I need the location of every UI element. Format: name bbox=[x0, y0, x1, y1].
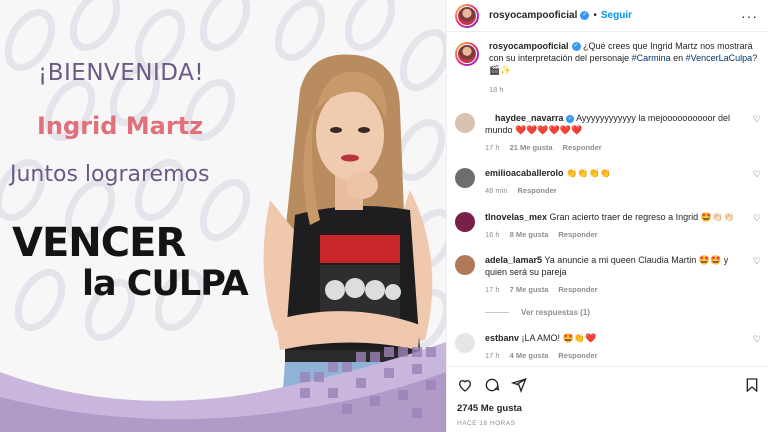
post-likes-count[interactable]: 2745 Me gusta bbox=[447, 393, 768, 414]
replies-divider-line bbox=[485, 312, 509, 313]
commenter-username[interactable]: adela_lamar5 bbox=[485, 255, 542, 265]
reply-button[interactable]: Responder bbox=[558, 351, 597, 360]
comment-time: 17 h bbox=[485, 285, 500, 294]
hashtag-link[interactable]: #VencerLaCulpa bbox=[686, 53, 753, 63]
welcome-text: ¡BIENVENIDA! bbox=[38, 60, 205, 86]
commenter-avatar[interactable] bbox=[455, 113, 475, 133]
like-comment-heart-icon[interactable]: ♡ bbox=[753, 256, 761, 267]
verified-badge-icon: ✓ bbox=[566, 114, 575, 123]
post-actions: 2745 Me gusta HACE 18 HORAS bbox=[447, 366, 768, 432]
post-header: rosyocampooficial ✓ • Seguir ··· bbox=[447, 0, 768, 32]
post-side-panel: rosyocampooficial ✓ • Seguir ··· rosyoca… bbox=[446, 0, 768, 432]
like-comment-heart-icon[interactable]: ♡ bbox=[753, 213, 761, 224]
commenter-avatar[interactable] bbox=[455, 333, 475, 353]
show-title-line1: VENCER bbox=[12, 220, 186, 266]
hashtag-link[interactable]: #Carmina bbox=[632, 53, 671, 63]
reply-button[interactable]: Responder bbox=[558, 285, 597, 294]
guest-name-text: Ingrid Martz bbox=[37, 112, 204, 140]
like-comment-heart-icon[interactable]: ♡ bbox=[753, 169, 761, 180]
commenter-username[interactable]: tlnovelas_mex bbox=[485, 212, 547, 222]
comment-time: 17 h bbox=[485, 351, 500, 360]
comment-time: 17 h bbox=[485, 143, 500, 152]
comment-item: estbanv ¡LA AMO! 🤩👏❤️ 17 h 4 Me gusta Resp… bbox=[455, 332, 768, 362]
comment-time: 16 h bbox=[485, 230, 500, 239]
comment-item: haydee_navarra ✓ Ayyyyyyyyyyyy la mejooo… bbox=[455, 112, 768, 154]
reply-button[interactable]: Responder bbox=[518, 186, 557, 195]
reply-button[interactable]: Responder bbox=[563, 143, 602, 152]
comment-time: 48 min bbox=[485, 186, 508, 195]
caption-time: 18 h bbox=[489, 85, 504, 94]
post-timestamp: HACE 18 HORAS bbox=[457, 420, 516, 427]
commenter-avatar[interactable] bbox=[455, 168, 475, 188]
post-image[interactable]: ¡BIENVENIDA! Ingrid Martz Juntos lograre… bbox=[0, 0, 446, 432]
comment-likes[interactable]: 8 Me gusta bbox=[510, 230, 549, 239]
more-options-icon[interactable]: ··· bbox=[741, 8, 758, 24]
like-comment-heart-icon[interactable]: ♡ bbox=[753, 334, 761, 345]
caption-author-avatar[interactable] bbox=[455, 42, 479, 66]
comment-likes[interactable]: 4 Me gusta bbox=[510, 351, 549, 360]
show-title-line2: la CULPA bbox=[82, 264, 249, 304]
comment-item: emilioacaballerolo 👏👏👏👏 48 min Responder … bbox=[455, 167, 768, 197]
save-icon[interactable] bbox=[744, 377, 760, 393]
comment-likes[interactable]: 7 Me gusta bbox=[510, 285, 549, 294]
comment-item: adela_lamar5 Ya anuncie a mi queen Claud… bbox=[455, 254, 768, 296]
commenter-username[interactable]: emilioacaballerolo bbox=[485, 168, 564, 178]
author-avatar[interactable] bbox=[455, 3, 479, 28]
comment-text: ¡LA AMO! 🤩👏❤️ bbox=[519, 333, 597, 343]
comment-icon[interactable] bbox=[484, 377, 500, 393]
commenter-username[interactable]: haydee_navarra bbox=[495, 113, 564, 123]
reply-button[interactable]: Responder bbox=[558, 230, 597, 239]
heart-icon[interactable] bbox=[457, 377, 473, 393]
decorative-wave bbox=[0, 342, 446, 432]
commenter-avatar[interactable] bbox=[455, 212, 475, 232]
share-icon[interactable] bbox=[511, 377, 527, 393]
author-username[interactable]: rosyocampooficial bbox=[489, 10, 577, 21]
comment-text: 👏👏👏👏 bbox=[563, 168, 611, 178]
tagline-text: Juntos lograremos bbox=[10, 162, 210, 187]
comment-likes[interactable]: 21 Me gusta bbox=[510, 143, 553, 152]
caption-text-2: en bbox=[670, 53, 686, 63]
post-caption: rosyocampooficial ✓ ¿Qué crees que Ingrid… bbox=[447, 40, 768, 96]
comments-list[interactable]: rosyocampooficial ✓ ¿Qué crees que Ingrid… bbox=[447, 40, 768, 365]
view-replies-button[interactable]: Ver respuestas (1) bbox=[485, 308, 590, 317]
like-comment-heart-icon[interactable]: ♡ bbox=[753, 114, 761, 125]
comment-item: tlnovelas_mex Gran acierto traer de regr… bbox=[455, 211, 768, 241]
follow-button[interactable]: Seguir bbox=[601, 10, 632, 21]
commenter-avatar[interactable] bbox=[455, 255, 475, 275]
comment-text: Gran acierto traer de regreso a Ingrid 🤩… bbox=[547, 212, 735, 222]
header-separator: • bbox=[593, 10, 597, 21]
view-replies-label: Ver respuestas (1) bbox=[521, 308, 590, 317]
verified-badge-icon: ✓ bbox=[571, 42, 581, 52]
caption-username[interactable]: rosyocampooficial bbox=[489, 41, 569, 51]
verified-badge-icon: ✓ bbox=[580, 11, 590, 20]
commenter-username[interactable]: estbanv bbox=[485, 333, 519, 343]
